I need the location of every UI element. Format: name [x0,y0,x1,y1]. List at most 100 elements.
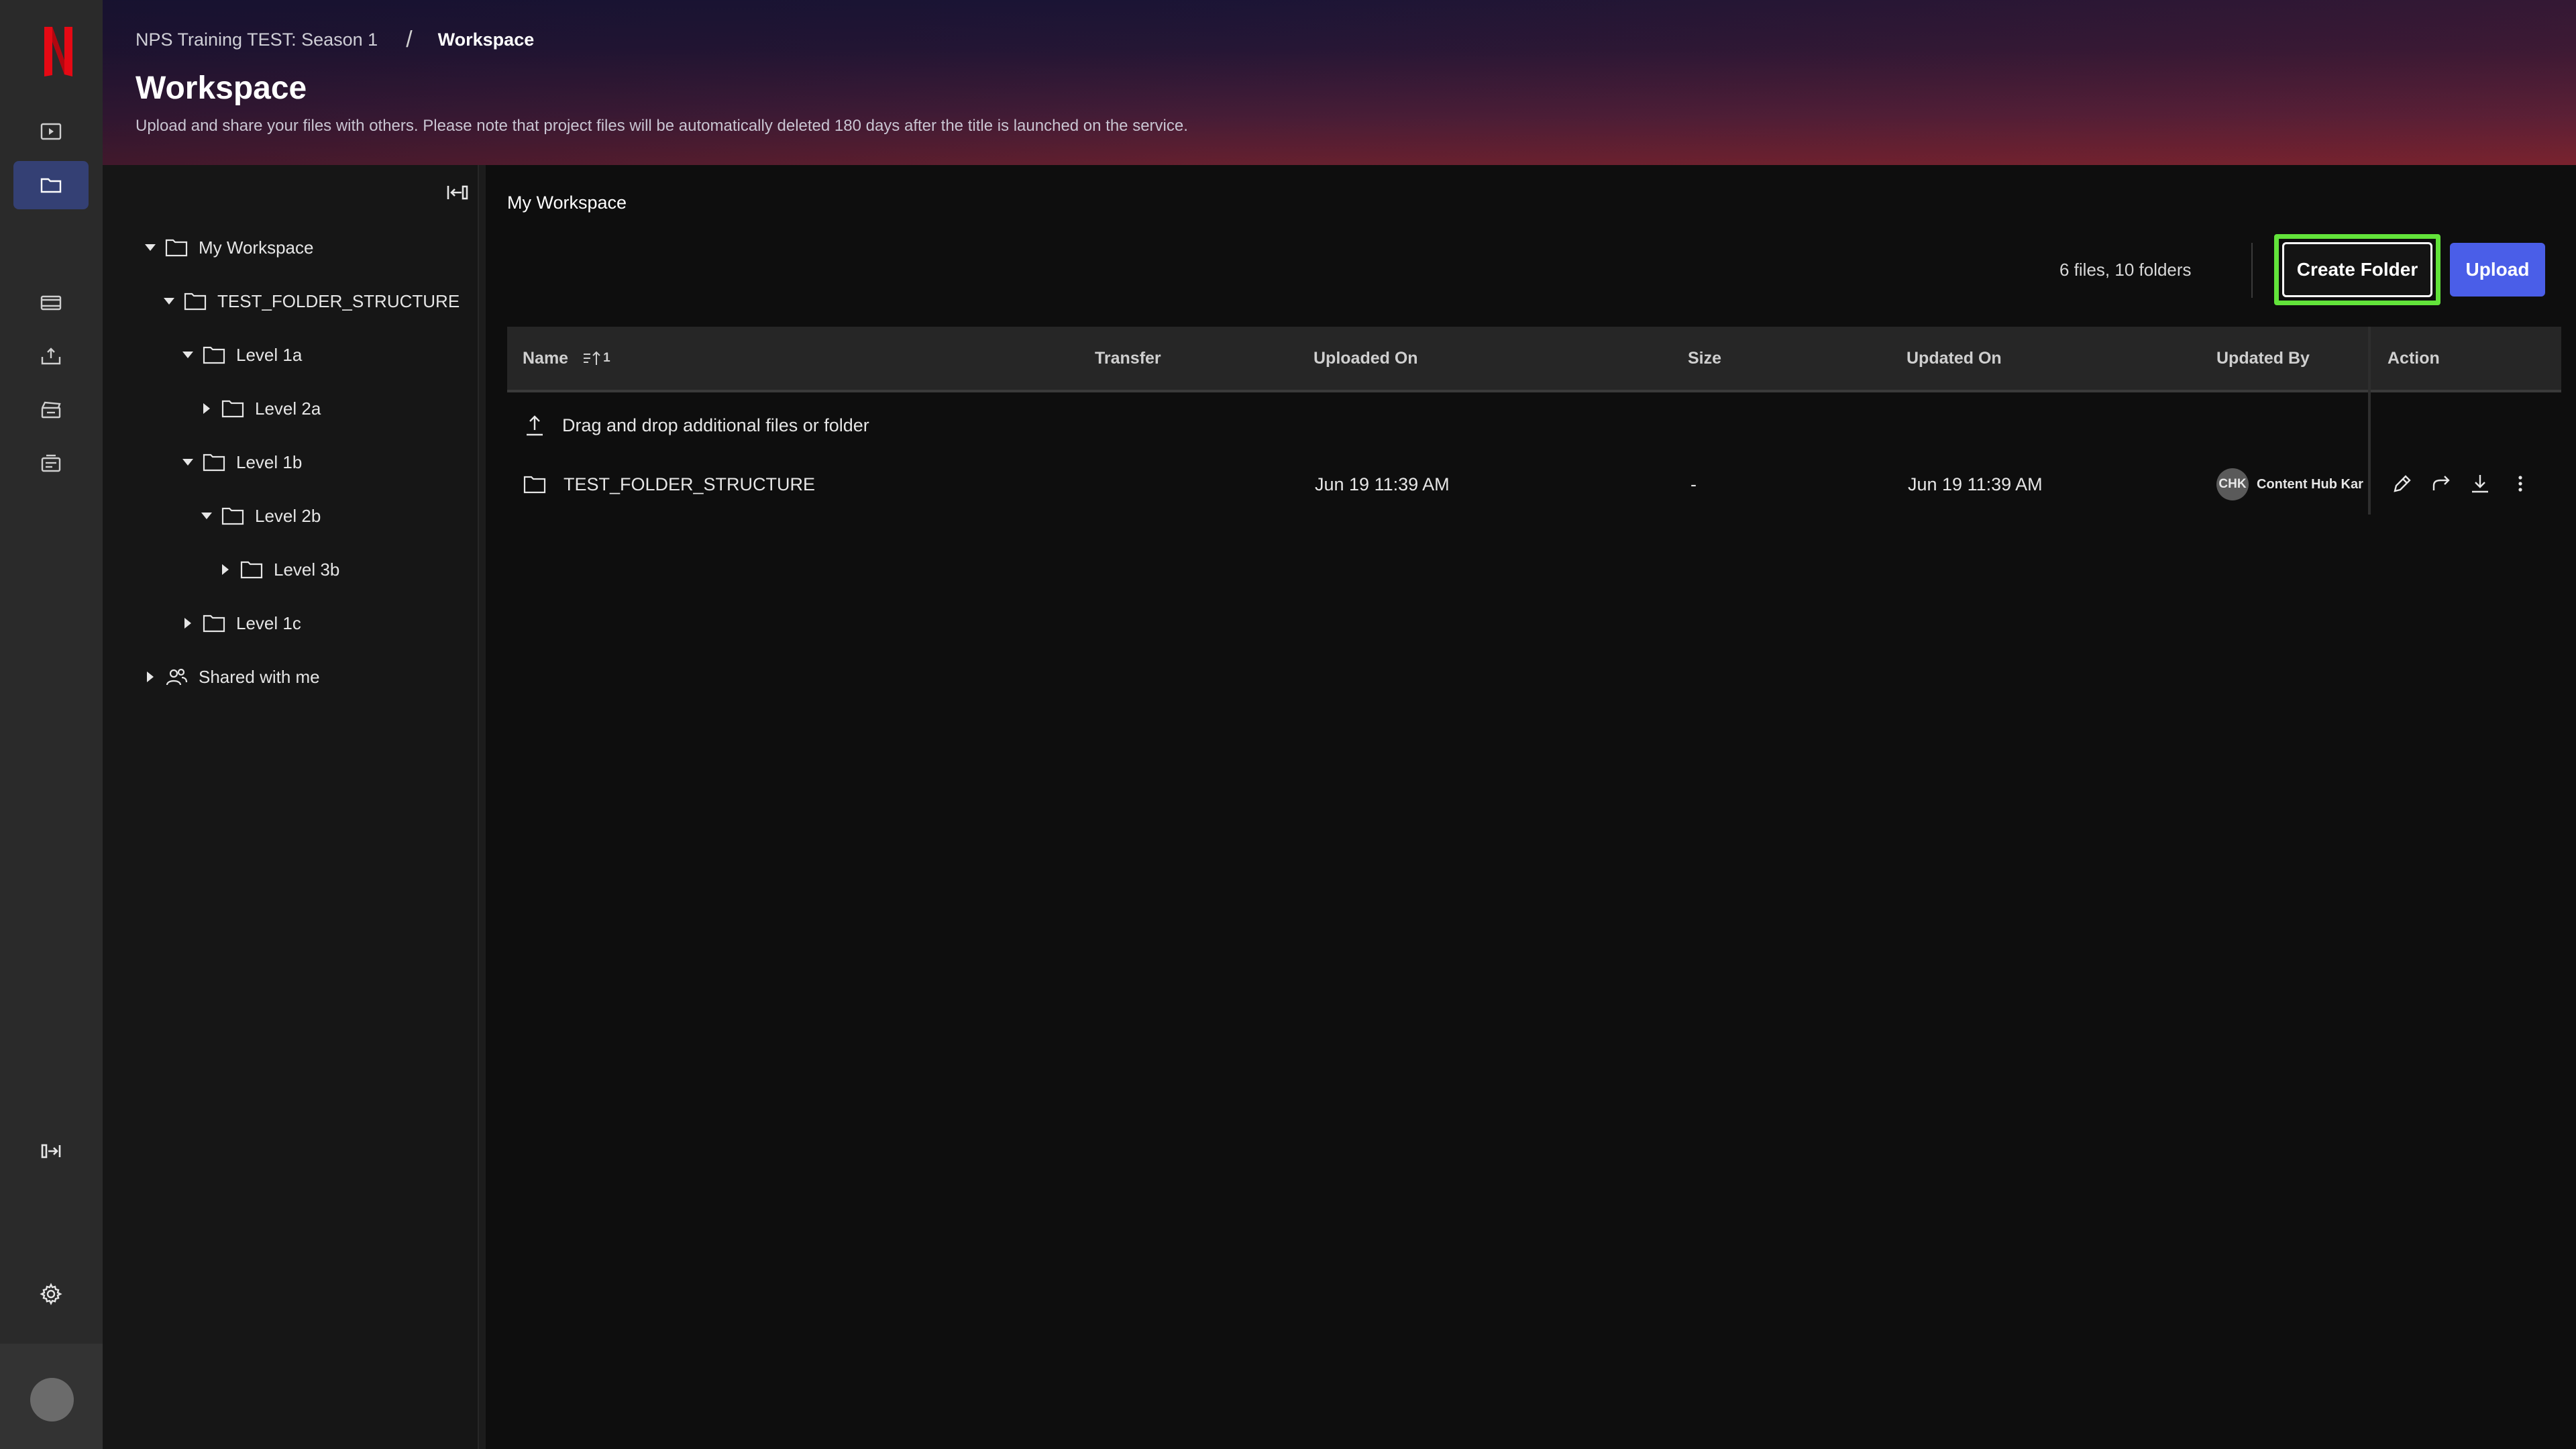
drop-hint-text: Drag and drop additional files or folder [562,415,869,435]
item-count: 6 files, 10 folders [2059,260,2192,280]
tree-item-level-1c[interactable]: Level 1c [180,610,301,637]
folder-icon [221,507,244,525]
download-button[interactable] [2465,468,2496,499]
collapse-tree-button[interactable] [443,180,472,205]
row-name-cell[interactable]: TEST_FOLDER_STRUCTURE [523,467,815,502]
tree-item-my-workspace[interactable]: My Workspace [142,234,313,261]
tree-item-label: Level 2b [255,505,321,526]
tree-item-level-3b[interactable]: Level 3b [217,556,339,583]
tree-item-label: Level 2a [255,398,321,419]
create-folder-button[interactable]: Create Folder [2282,242,2432,297]
sort-icon[interactable] [583,350,602,366]
page-title: Workspace [136,70,307,106]
page-header: NPS Training TEST: Season 1 / Workspace … [103,0,2576,165]
caret-right-icon[interactable] [180,615,196,631]
upload-button[interactable]: Upload [2450,243,2545,297]
pencil-icon [2394,475,2411,492]
caret-down-icon[interactable] [161,293,177,309]
row-updated-by: CHK Content Hub Kar [2216,467,2368,502]
breadcrumb: NPS Training TEST: Season 1 / Workspace [136,27,534,53]
tree-item-label: Level 3b [274,559,340,580]
row-uploaded-on: Jun 19 11:39 AM [1315,474,1450,494]
folder-icon [203,346,225,364]
tree-item-label: Level 1b [236,451,303,472]
caret-right-icon[interactable] [142,669,158,685]
row-updated-on: Jun 19 11:39 AM [1908,474,2043,494]
netflix-logo-icon[interactable] [42,25,75,78]
film-icon [40,295,62,311]
rail-item-production[interactable] [13,386,89,434]
rail-item-titles[interactable] [13,107,89,156]
caret-right-icon[interactable] [199,400,215,417]
column-size[interactable]: Size [1688,327,1721,390]
folder-icon [184,292,207,311]
upload-arrow-icon [527,415,543,436]
sort-priority: 1 [603,351,610,365]
share-arrow-icon [2432,476,2450,490]
row-size: - [1690,474,1697,494]
breadcrumb-current: Workspace [437,30,535,50]
breadcrumb-parent-link[interactable]: NPS Training TEST: Season 1 [136,30,378,50]
folder-icon [165,239,188,257]
user-avatar[interactable] [30,1378,74,1421]
folder-icon [523,476,546,494]
tree-item-label: Level 1c [236,612,301,633]
page-description: Upload and share your files with others.… [136,117,1188,135]
row-name: TEST_FOLDER_STRUCTURE [564,474,816,494]
tree-item-level-2b[interactable]: Level 2b [199,502,321,529]
panel-resize-handle[interactable] [478,165,486,1449]
column-updated-by[interactable]: Updated By [2216,327,2310,390]
column-updated-on[interactable]: Updated On [1907,327,2002,390]
clapper-icon [41,401,61,419]
tree-item-label: My Workspace [199,237,314,258]
folder-icon [40,178,62,193]
table-header: Name 1 Transfer Uploaded On Size Updated… [507,327,2561,392]
gear-icon [40,1283,62,1305]
play-icon [40,123,62,140]
caret-down-icon[interactable] [180,454,196,470]
expand-rail-button[interactable] [13,1127,89,1175]
rename-button[interactable] [2387,468,2418,499]
folder-icon [240,561,263,579]
rail-item-schedule[interactable] [13,439,89,488]
expand-panel-icon [41,1144,61,1159]
column-transfer[interactable]: Transfer [1095,327,1161,390]
section-title: My Workspace [507,193,627,213]
rail-item-media[interactable] [13,278,89,327]
tree-item-shared-with-me[interactable]: Shared with me [142,663,320,690]
settings-button[interactable] [13,1270,89,1318]
rail-item-workspace[interactable] [13,161,89,209]
breadcrumb-separator: / [406,27,413,52]
tree-item-label: TEST_FOLDER_STRUCTURE [217,290,460,311]
share-button[interactable] [2426,468,2457,499]
tree-item-level-1a[interactable]: Level 1a [180,341,302,368]
caret-right-icon[interactable] [217,561,233,578]
tree-item-level-1b[interactable]: Level 1b [180,449,302,476]
column-uploaded-on[interactable]: Uploaded On [1313,327,1418,390]
shared-users-icon [166,668,188,686]
user-avatar: CHK [2216,468,2249,500]
upload-tray-icon [41,347,61,365]
tree-item-test-folder-structure[interactable]: TEST_FOLDER_STRUCTURE [161,288,460,315]
more-options-button[interactable] [2505,468,2536,499]
updated-by-name: Content Hub Kar [2257,476,2363,492]
caret-down-icon[interactable] [199,508,215,524]
download-icon [2472,475,2488,493]
caret-down-icon[interactable] [142,239,158,256]
folder-icon [203,453,225,472]
toolbar-divider [2251,243,2253,298]
kebab-menu-icon [2518,476,2522,492]
schedule-icon [41,454,61,472]
rail-item-deliveries[interactable] [13,332,89,380]
folder-icon [221,400,244,418]
collapse-panel-icon [447,185,468,200]
tree-item-label: Shared with me [199,666,320,687]
drop-zone-row[interactable]: Drag and drop additional files or folder [525,411,869,440]
table-row[interactable]: TEST_FOLDER_STRUCTURE Jun 19 11:39 AM - … [507,467,2561,502]
left-rail [0,0,103,1449]
tree-item-level-2a[interactable]: Level 2a [199,395,321,422]
tree-item-label: Level 1a [236,344,303,365]
column-name[interactable]: Name 1 [523,327,610,390]
column-name-label: Name [523,348,569,368]
caret-down-icon[interactable] [180,347,196,363]
